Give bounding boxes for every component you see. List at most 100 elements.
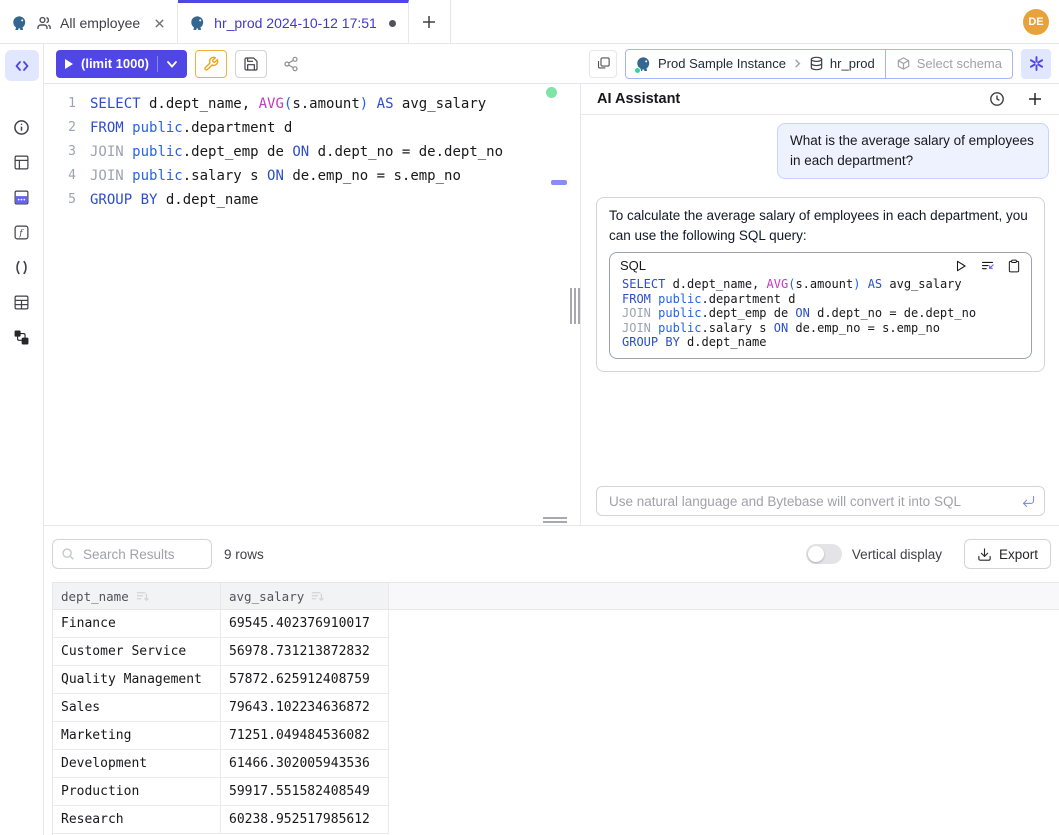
user-message-bubble: What is the average salary of employees …: [777, 123, 1049, 179]
code-brackets-icon: [14, 58, 30, 74]
toggle-knob: [808, 546, 824, 562]
header-filler: [389, 582, 1059, 610]
results-table-header: dept_name avg_salary: [53, 582, 1059, 610]
table-row[interactable]: Marketing71251.049484536082: [53, 722, 1059, 750]
table-cell: Quality Management: [53, 666, 221, 694]
table-cell: 59917.551582408549: [221, 778, 389, 806]
tables-button[interactable]: [6, 146, 38, 178]
connection-health-dot-icon: [546, 87, 557, 98]
postgres-icon: [12, 15, 28, 31]
ai-prompt-input[interactable]: [607, 493, 1021, 510]
vertical-display-toggle[interactable]: [806, 544, 842, 564]
table-cell-filler: [389, 638, 1059, 666]
sql-editor[interactable]: 1SELECT d.dept_name, AVG(s.amount) AS av…: [44, 84, 580, 525]
ai-panel-header: AI Assistant: [581, 84, 1059, 115]
code-language-label: SQL: [620, 258, 942, 273]
ai-code-block: SQL SELECT d.dept_name, AVG(s.amount) AS…: [609, 252, 1032, 359]
table-cell: 56978.731213872832: [221, 638, 389, 666]
line-number: 1: [44, 92, 90, 116]
line-number: 4: [44, 164, 90, 188]
close-icon[interactable]: [154, 18, 165, 29]
editor-toolbar: (limit 1000) Prod Sample Instance: [44, 44, 1059, 84]
ai-input-wrap: [596, 486, 1045, 516]
ai-response-bubble: To calculate the average salary of emplo…: [596, 197, 1045, 372]
share-button[interactable]: [275, 50, 307, 78]
run-sql-icon[interactable]: [954, 259, 968, 273]
left-rail: f: [0, 44, 44, 835]
vertical-display-label: Vertical display: [852, 547, 942, 562]
column-header-dept-name[interactable]: dept_name: [53, 582, 221, 610]
save-button[interactable]: [235, 50, 267, 78]
export-button[interactable]: Export: [964, 539, 1051, 569]
editor-line: 2FROM public.department d: [44, 116, 580, 140]
search-results-input[interactable]: [81, 546, 203, 563]
table-row[interactable]: Sales79643.102234636872: [53, 694, 1059, 722]
connection-selector: Prod Sample Instance hr_prod Select sche…: [625, 49, 1013, 79]
editor-scrollbar-thumb[interactable]: [551, 180, 567, 185]
table-cell: 60238.952517985612: [221, 806, 389, 834]
column-header-avg-salary[interactable]: avg_salary: [221, 582, 389, 610]
tab-bar: All employee hr_prod 2024-10-12 17:51 DE: [0, 0, 1059, 44]
vertical-splitter-handle[interactable]: [570, 288, 580, 324]
code-panel-toggle-button[interactable]: [5, 50, 39, 81]
parentheses-button[interactable]: [6, 251, 38, 283]
tab-all-employee[interactable]: All employee: [0, 0, 178, 43]
openai-icon: [1028, 55, 1045, 72]
table-row[interactable]: Production59917.551582408549: [53, 778, 1059, 806]
format-wrench-button[interactable]: [195, 50, 227, 78]
table-cell: Sales: [53, 694, 221, 722]
select-schema-button[interactable]: Select schema: [885, 50, 1012, 78]
horizontal-splitter-handle[interactable]: [543, 517, 567, 523]
schema-diagram-button[interactable]: [6, 321, 38, 353]
ai-code-line: JOIN public.salary s ON de.emp_no = s.em…: [620, 321, 1021, 336]
table-row[interactable]: Customer Service56978.731213872832: [53, 638, 1059, 666]
insert-sql-icon[interactable]: [980, 258, 995, 273]
return-enter-icon[interactable]: [1021, 494, 1036, 509]
new-tab-button[interactable]: [409, 0, 451, 43]
tab-label: All employee: [60, 15, 140, 31]
postgres-icon: [636, 56, 652, 72]
chevron-down-icon[interactable]: [166, 58, 178, 70]
results-toolbar: 9 rows Vertical display Export: [44, 526, 1059, 574]
rail-icons: f: [6, 111, 38, 356]
user-avatar[interactable]: DE: [1023, 9, 1049, 35]
table-cell: Production: [53, 778, 221, 806]
results-panel: 9 rows Vertical display Export dept_name…: [44, 525, 1059, 835]
sheet-table-button[interactable]: [6, 286, 38, 318]
tab-label: hr_prod 2024-10-12 17:51: [214, 15, 377, 31]
search-icon: [61, 547, 75, 561]
openai-assistant-button[interactable]: [1021, 49, 1051, 79]
editor-line: 4JOIN public.salary s ON de.emp_no = s.e…: [44, 164, 580, 188]
run-query-button[interactable]: (limit 1000): [56, 50, 187, 78]
tab-hr-prod[interactable]: hr_prod 2024-10-12 17:51: [178, 0, 409, 43]
table-row[interactable]: Quality Management57872.625912408759: [53, 666, 1059, 694]
table-row[interactable]: Finance69545.402376910017: [53, 610, 1059, 638]
function-button[interactable]: f: [6, 216, 38, 248]
table-cell: Finance: [53, 610, 221, 638]
table-row[interactable]: Research60238.952517985612: [53, 806, 1059, 834]
table-cell: Development: [53, 750, 221, 778]
download-icon: [977, 547, 992, 562]
history-clock-icon[interactable]: [989, 91, 1005, 107]
batch-query-button[interactable]: [589, 50, 617, 78]
ai-panel-title: AI Assistant: [597, 91, 967, 107]
data-table-colored-button[interactable]: [6, 181, 38, 213]
connection-instance-database[interactable]: Prod Sample Instance hr_prod: [626, 50, 885, 78]
results-table: dept_name avg_salary Finance69545.402376…: [52, 582, 1059, 835]
run-label: (limit 1000): [81, 56, 149, 71]
users-icon: [36, 15, 52, 31]
instance-name: Prod Sample Instance: [658, 56, 786, 71]
chevron-right-icon: [792, 58, 803, 69]
info-button[interactable]: [6, 111, 38, 143]
new-chat-plus-icon[interactable]: [1027, 91, 1043, 107]
table-cell: Marketing: [53, 722, 221, 750]
copy-sql-icon[interactable]: [1007, 259, 1021, 273]
export-label: Export: [999, 547, 1038, 562]
ai-code-line: GROUP BY d.dept_name: [620, 335, 1021, 350]
line-number: 2: [44, 116, 90, 140]
ai-assistant-panel: AI Assistant What is the average salary …: [580, 84, 1059, 525]
row-count-label: 9 rows: [224, 547, 264, 562]
table-row[interactable]: Development61466.302005943536: [53, 750, 1059, 778]
search-results-box: [52, 539, 212, 569]
database-icon: [809, 56, 824, 71]
